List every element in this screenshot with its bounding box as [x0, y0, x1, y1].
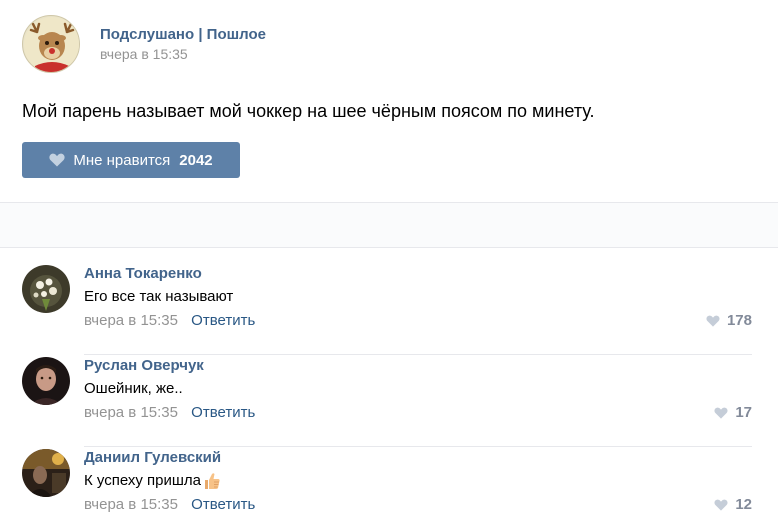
- avatar-photo-icon: [22, 265, 70, 313]
- post-text: Мой парень называет мой чоккер на шее чё…: [22, 101, 595, 121]
- reindeer-avatar-icon: [24, 17, 79, 72]
- like-label: Мне нравится: [73, 151, 171, 169]
- like-count: 2042: [179, 151, 213, 169]
- heart-icon: [714, 407, 728, 419]
- heart-icon: [706, 315, 720, 327]
- group-avatar[interactable]: [22, 15, 80, 73]
- post-header: Подслушано | Пошлое вчера в 15:35: [22, 15, 266, 73]
- comment-meta: вчера в 15:35 Ответить: [84, 403, 255, 423]
- comment-text-content: К успеху пришла: [84, 472, 202, 489]
- comment-separator: [84, 354, 752, 355]
- comment-like-count: 17: [735, 404, 752, 421]
- reply-button[interactable]: Ответить: [191, 312, 255, 329]
- post-header-text: Подслушано | Пошлое вчера в 15:35: [100, 25, 266, 64]
- reply-button[interactable]: Ответить: [191, 496, 255, 513]
- comment-author[interactable]: Даниил Гулевский: [84, 449, 221, 467]
- comment-meta: вчера в 15:35 Ответить: [84, 311, 255, 331]
- comment-time[interactable]: вчера в 15:35: [84, 312, 178, 329]
- comment-time[interactable]: вчера в 15:35: [84, 496, 178, 513]
- comment-like-button[interactable]: 17: [714, 403, 752, 423]
- avatar[interactable]: [22, 265, 70, 313]
- thumbs-up-icon: [202, 471, 222, 491]
- comment-like-button[interactable]: 12: [714, 495, 752, 515]
- comment-author[interactable]: Анна Токаренко: [84, 265, 202, 283]
- avatar-photo-icon: [22, 449, 70, 497]
- heart-icon: [714, 499, 728, 511]
- avatar[interactable]: [22, 357, 70, 405]
- comment-meta: вчера в 15:35 Ответить: [84, 495, 255, 515]
- like-button[interactable]: Мне нравится 2042: [22, 142, 240, 178]
- comment-text: Его все так называют: [84, 288, 234, 305]
- comment-time[interactable]: вчера в 15:35: [84, 404, 178, 421]
- post-time[interactable]: вчера в 15:35: [100, 45, 266, 64]
- comment-separator: [84, 446, 752, 447]
- heart-icon: [49, 153, 65, 167]
- comments-divider: [0, 202, 778, 248]
- comment-like-count: 12: [735, 496, 752, 513]
- comment-like-count: 178: [726, 312, 752, 329]
- comment-item: Руслан Оверчук Ошейник, же.. вчера в 15:…: [22, 357, 752, 447]
- reply-button[interactable]: Ответить: [191, 404, 255, 421]
- group-name-link[interactable]: Подслушано | Пошлое: [100, 25, 266, 45]
- comment-item: Даниил Гулевский К успеху пришла вчера в…: [22, 449, 752, 515]
- comment-like-button[interactable]: 178: [706, 311, 752, 331]
- comment-text: Ошейник, же..: [84, 380, 183, 397]
- avatar[interactable]: [22, 449, 70, 497]
- comment-item: Анна Токаренко Его все так называют вчер…: [22, 265, 752, 355]
- comment-author[interactable]: Руслан Оверчук: [84, 357, 204, 375]
- avatar-photo-icon: [22, 357, 70, 405]
- comment-text: К успеху пришла: [84, 471, 222, 491]
